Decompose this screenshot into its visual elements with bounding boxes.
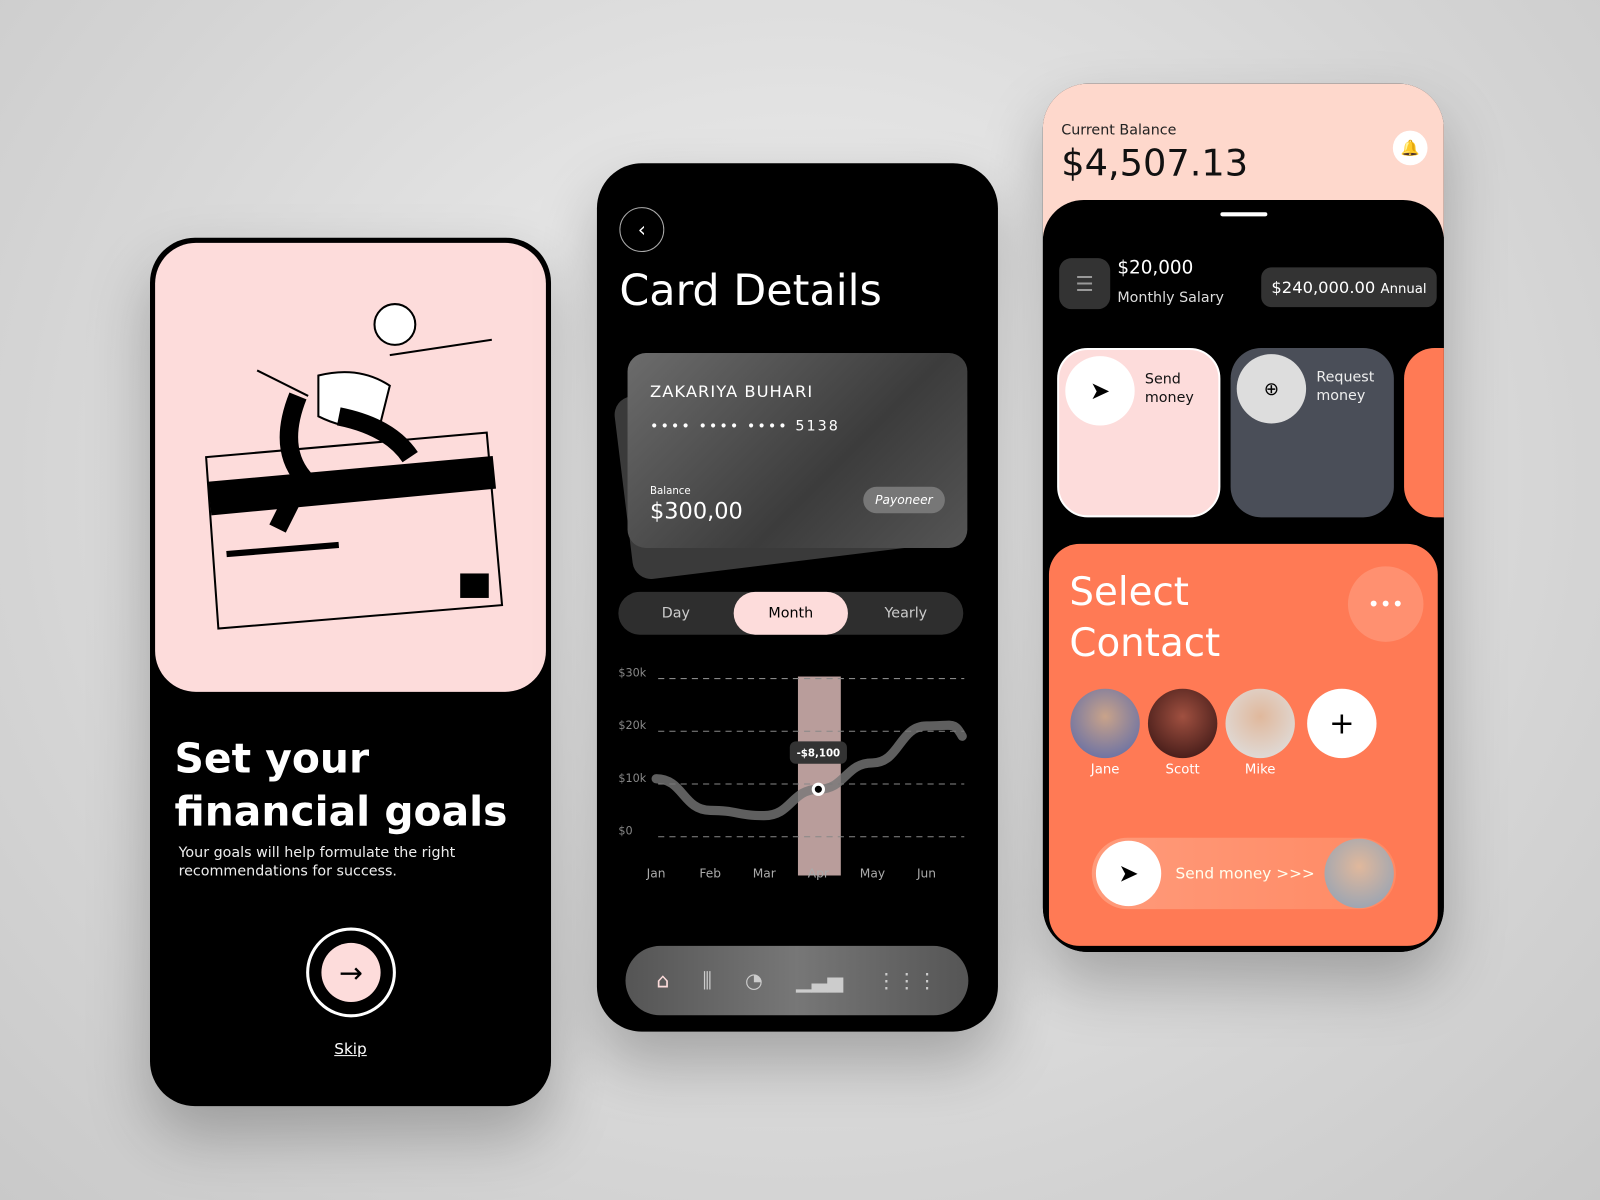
onboarding-screen: Set your financial goals Your goals will…	[149, 237, 552, 1107]
tab-month[interactable]: Month	[733, 591, 849, 635]
balance-label: Current Balance	[1061, 122, 1177, 139]
candlestick-icon[interactable]: ⫼	[702, 968, 711, 992]
request-money-label: Request money	[1316, 369, 1375, 405]
card-holder: ZAKARIYA BUHARI	[649, 381, 814, 402]
tab-day[interactable]: Day	[618, 592, 733, 635]
arrow-right-icon: →	[321, 942, 381, 1003]
payoneer-logo: Payoneer	[862, 486, 945, 514]
request-money-tile[interactable]: ⊕ Request money	[1230, 347, 1394, 518]
drag-handle[interactable]	[1220, 212, 1268, 217]
illustration-runner-card	[155, 242, 546, 692]
period-selector: Day Month Yearly	[618, 591, 964, 635]
select-contact-card: Select Contact ••• Jane Scott Mike + ➤ S…	[1048, 543, 1438, 946]
card-balance: $300,00	[649, 498, 743, 525]
tab-yearly[interactable]: Yearly	[848, 592, 963, 635]
annual-label: Annual	[1380, 281, 1427, 297]
back-button[interactable]: ‹	[619, 207, 665, 253]
x-tick-label: Jun	[916, 867, 936, 881]
y-tick-label: $0	[618, 825, 632, 838]
contact-jane[interactable]: Jane	[1070, 688, 1140, 778]
add-contact-button[interactable]: +	[1307, 688, 1377, 759]
request-icon: ⊕	[1236, 354, 1307, 424]
home-icon[interactable]: ⌂	[656, 968, 669, 992]
data-point	[811, 782, 825, 796]
contact-mike[interactable]: Mike	[1225, 688, 1295, 778]
card-number: •••• •••• •••• 5138	[649, 418, 840, 435]
send-money-slider[interactable]: ➤ Send money >>>	[1091, 837, 1396, 910]
bottom-nav: ⌂ ⫼ ◔ ▁▃▅ ⋮⋮⋮	[625, 945, 969, 1016]
more-icon[interactable]: •••	[1347, 566, 1424, 642]
contact-scott[interactable]: Scott	[1147, 688, 1218, 778]
select-contact-title: Select Contact	[1069, 569, 1221, 666]
y-tick-label: $20k	[618, 719, 646, 732]
current-balance: $4,507.13	[1061, 142, 1249, 185]
y-tick-label: $10k	[618, 772, 646, 785]
tooltip-label: -$8,100	[797, 749, 841, 760]
payment-card[interactable]: ZAKARIYA BUHARI •••• •••• •••• 5138 Bala…	[627, 353, 968, 548]
onboarding-subtitle: Your goals will help formulate the right…	[178, 844, 456, 880]
wallet-screen: Current Balance $4,507.13 🔔 ☰ $20,000 Mo…	[1042, 83, 1444, 953]
pie-chart-icon[interactable]: ◔	[745, 968, 763, 992]
skip-link[interactable]: Skip	[150, 1040, 551, 1058]
avatar	[1324, 838, 1394, 909]
highlight-bar	[797, 676, 841, 876]
send-money-tile[interactable]: ➤ Send money	[1057, 347, 1221, 518]
y-tick-label: $30k	[618, 667, 646, 680]
contact-name: Jane	[1090, 762, 1120, 778]
x-tick-label: Apr	[808, 867, 830, 881]
x-tick-label: Jan	[646, 867, 666, 881]
more-action-tile[interactable]	[1404, 347, 1444, 518]
next-button[interactable]: →	[306, 927, 396, 1018]
contact-name: Mike	[1244, 762, 1276, 778]
annual-amount: $240,000.00	[1271, 277, 1376, 297]
page-title: Card Details	[619, 265, 882, 316]
annual-salary-badge: $240,000.00 Annual	[1261, 267, 1437, 308]
bar-chart-icon[interactable]: ▁▃▅	[796, 968, 843, 992]
x-tick-label: Feb	[699, 867, 721, 881]
grid-icon[interactable]: ⋮⋮⋮	[876, 968, 937, 992]
balance-label: Balance	[649, 485, 691, 497]
coins-icon: ☰	[1059, 258, 1111, 310]
send-icon: ➤	[1065, 356, 1135, 426]
slider-label: Send money	[1175, 864, 1272, 883]
contact-name: Scott	[1165, 762, 1200, 778]
salary-label: Monthly Salary	[1117, 289, 1224, 307]
monthly-salary: $20,000	[1117, 257, 1194, 279]
x-tick-label: Mar	[753, 867, 777, 881]
chevron-left-icon: ‹	[637, 217, 646, 242]
slider-arrows: >>>	[1276, 864, 1315, 883]
balance-chart: $30k $20k $10k $0 Jan Feb Mar Apr May Jun -$8,100	[618, 667, 967, 881]
send-money-label: Send money	[1144, 371, 1194, 407]
bell-icon[interactable]: 🔔	[1392, 130, 1428, 166]
card-details-screen: ‹ Card Details ZAKARIYA BUHARI •••• ••••…	[596, 163, 998, 1032]
x-tick-label: May	[860, 867, 885, 881]
send-icon[interactable]: ➤	[1095, 840, 1162, 907]
onboarding-title: Set your financial goals	[174, 735, 508, 836]
